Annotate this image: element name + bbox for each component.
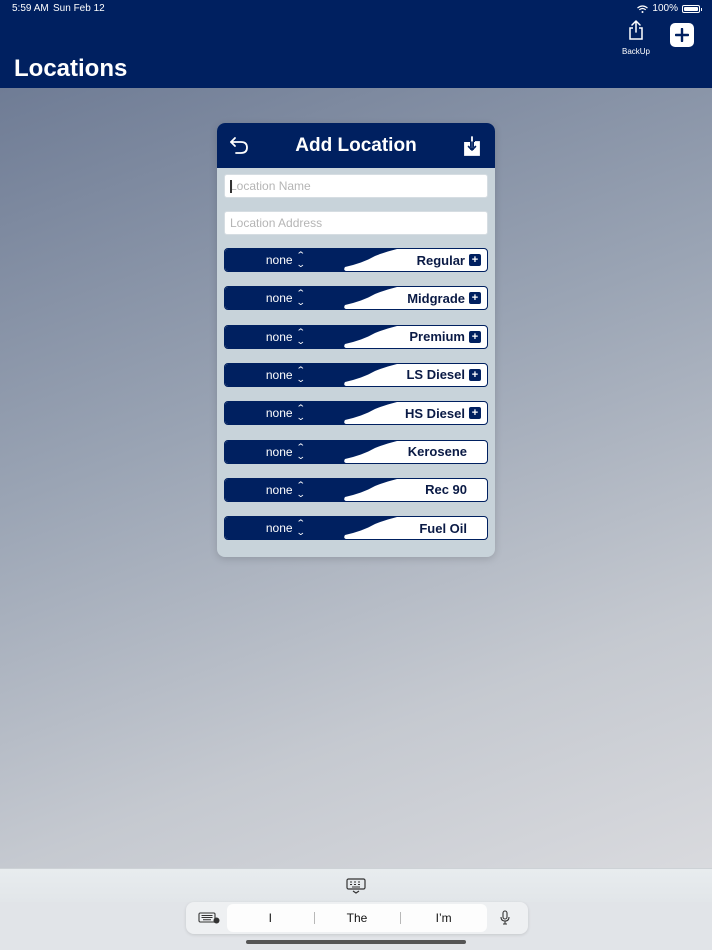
fuel-name: Kerosene bbox=[408, 441, 467, 463]
dialog-header: Add Location bbox=[217, 123, 495, 168]
fuel-row-fuel-oil: none ⌃ ⌄ Fuel Oil bbox=[224, 516, 488, 541]
dialog-title: Add Location bbox=[295, 135, 417, 156]
backup-label: BackUp bbox=[621, 47, 650, 56]
picker-value: none bbox=[265, 482, 293, 497]
fuel-grade-picker[interactable]: none ⌃ ⌄ bbox=[225, 479, 345, 501]
fuel-grade-picker[interactable]: none ⌃ ⌄ bbox=[225, 517, 345, 539]
fuel-row-regular: none ⌃ ⌄ Regular + bbox=[224, 248, 488, 272]
status-time: 5:59 AM bbox=[12, 3, 49, 14]
suggestion-1[interactable]: I bbox=[227, 911, 314, 925]
chevron-up-down-icon: ⌃ ⌄ bbox=[295, 250, 306, 269]
microphone-icon[interactable] bbox=[500, 910, 510, 925]
predictive-bar: I The I’m bbox=[186, 902, 528, 934]
fuel-label: Premium bbox=[409, 329, 465, 345]
chevron-up-down-icon: ⌃ ⌄ bbox=[295, 326, 306, 346]
chevron-up-down-icon: ⌃ ⌄ bbox=[295, 518, 306, 538]
chevron-up-down-icon: ⌃ ⌄ bbox=[295, 364, 306, 384]
picker-value: none bbox=[265, 329, 293, 344]
plus-square-icon[interactable]: + bbox=[469, 292, 481, 305]
fuel-grade-picker[interactable]: none ⌃ ⌄ bbox=[225, 287, 345, 309]
plus-square-icon[interactable]: + bbox=[469, 368, 481, 381]
fuel-name: Midgrade + bbox=[407, 287, 481, 309]
keyboard-toolbar bbox=[0, 868, 712, 902]
fuel-row-premium: none ⌃ ⌄ Premium + bbox=[224, 324, 488, 349]
fuel-row-midgrade: none ⌃ ⌄ Midgrade + bbox=[224, 286, 488, 311]
chevron-up-down-icon: ⌃ ⌄ bbox=[295, 288, 306, 308]
fuel-grade-picker[interactable]: none ⌃ ⌄ bbox=[225, 326, 345, 348]
fuel-label: Kerosene bbox=[407, 444, 467, 459]
location-name-input[interactable] bbox=[225, 175, 487, 197]
location-name-field[interactable] bbox=[224, 174, 488, 198]
fuel-grade-picker[interactable]: none ⌃ ⌄ bbox=[225, 402, 345, 424]
plus-square-icon[interactable]: + bbox=[469, 254, 481, 266]
picker-value: none bbox=[265, 406, 293, 421]
wifi-icon bbox=[637, 4, 649, 13]
picker-value: none bbox=[265, 444, 293, 459]
fuel-label: LS Diesel bbox=[406, 367, 465, 383]
keyboard-hide-icon[interactable] bbox=[346, 878, 366, 894]
fuel-grade-picker[interactable]: none ⌃ ⌄ bbox=[225, 364, 345, 386]
add-location-button[interactable] bbox=[670, 23, 694, 47]
home-indicator bbox=[246, 940, 466, 944]
download-tray-icon[interactable] bbox=[462, 136, 482, 156]
backup-button[interactable]: BackUp bbox=[618, 20, 654, 56]
add-location-dialog: Add Location none⌃⌄Regular+none⌃⌄Midgrad… bbox=[217, 123, 495, 557]
keyboard-switch-icon[interactable] bbox=[198, 912, 220, 924]
picker-value: none bbox=[265, 253, 293, 267]
fuel-row-ls-diesel: none ⌃ ⌄ LS Diesel + bbox=[224, 362, 488, 387]
fuel-label: Fuel Oil bbox=[419, 520, 467, 536]
fuel-name: Regular + bbox=[417, 249, 481, 271]
location-address-input[interactable] bbox=[225, 212, 487, 234]
battery-icon bbox=[682, 4, 702, 13]
status-bar: 5:59 AM Sun Feb 12 100% bbox=[0, 0, 712, 18]
chevron-up-down-icon: ⌃ ⌄ bbox=[295, 403, 306, 423]
fuel-grade-picker[interactable]: none ⌃ ⌄ bbox=[225, 249, 345, 271]
suggestion-3[interactable]: I’m bbox=[400, 911, 487, 925]
battery-percent: 100% bbox=[652, 3, 678, 14]
status-date: Sun Feb 12 bbox=[53, 3, 105, 14]
picker-value: none bbox=[265, 521, 293, 536]
fuel-label: Regular bbox=[416, 252, 465, 268]
plus-square-icon[interactable]: + bbox=[469, 407, 481, 420]
share-icon bbox=[629, 20, 643, 40]
fuel-name: Fuel Oil bbox=[419, 517, 467, 539]
suggestion-2[interactable]: The bbox=[313, 911, 401, 925]
page-title: Locations bbox=[14, 55, 128, 82]
plus-icon bbox=[675, 28, 689, 42]
fuel-name: Premium + bbox=[409, 326, 481, 348]
location-address-field[interactable] bbox=[224, 211, 488, 235]
fuel-label: Rec 90 bbox=[425, 482, 467, 498]
fuel-name: LS Diesel + bbox=[406, 364, 481, 386]
picker-value: none bbox=[265, 291, 293, 306]
fuel-label: Midgrade bbox=[407, 290, 465, 306]
fuel-row-hs-diesel: none ⌃ ⌄ HS Diesel + bbox=[224, 401, 488, 426]
fuel-name: HS Diesel + bbox=[405, 402, 481, 424]
plus-square-icon[interactable]: + bbox=[469, 330, 481, 343]
fuel-row-kerosene: none ⌃ ⌄ Kerosene bbox=[224, 439, 488, 464]
picker-value: none bbox=[265, 367, 293, 382]
fuel-label: HS Diesel bbox=[405, 405, 465, 421]
chevron-up-down-icon: ⌃ ⌄ bbox=[295, 479, 306, 499]
fuel-grade-picker[interactable]: none ⌃ ⌄ bbox=[225, 441, 345, 463]
chevron-up-down-icon: ⌃ ⌄ bbox=[295, 441, 306, 461]
fuel-row-rec-90: none ⌃ ⌄ Rec 90 bbox=[224, 477, 488, 502]
fuel-name: Rec 90 bbox=[425, 479, 467, 501]
suggestions: I The I’m bbox=[227, 904, 487, 932]
